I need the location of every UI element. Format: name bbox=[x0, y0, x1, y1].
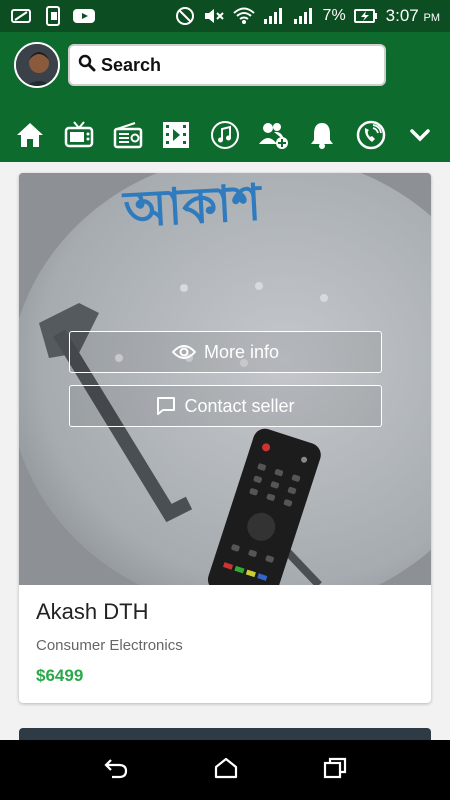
category-nav bbox=[0, 114, 450, 156]
home-icon bbox=[17, 123, 44, 147]
product-feed[interactable]: আকাশ More info Contact seller Akash DTH … bbox=[0, 162, 450, 740]
back-button[interactable] bbox=[103, 757, 129, 784]
nav-music[interactable] bbox=[206, 116, 244, 154]
contact-seller-label: Contact seller bbox=[184, 395, 295, 416]
brand-logo: আকাশ bbox=[122, 173, 263, 239]
do-not-disturb-icon bbox=[175, 6, 195, 26]
product-title[interactable]: Akash DTH bbox=[36, 599, 414, 625]
battery-saver-notification-icon bbox=[10, 7, 34, 25]
next-product-card[interactable] bbox=[19, 728, 431, 740]
product-info[interactable]: Akash DTH Consumer Electronics $6499 bbox=[19, 585, 431, 703]
tv-icon bbox=[64, 121, 94, 148]
radio-icon bbox=[113, 122, 142, 149]
add-group-icon bbox=[258, 123, 288, 149]
nav-more[interactable] bbox=[401, 116, 439, 154]
product-image[interactable]: আকাশ More info Contact seller bbox=[19, 173, 431, 585]
recents-icon bbox=[324, 757, 347, 778]
chevron-down-icon bbox=[409, 129, 430, 142]
nav-video[interactable] bbox=[157, 116, 195, 154]
search-box[interactable] bbox=[68, 44, 386, 86]
avatar[interactable] bbox=[14, 42, 60, 88]
music-icon bbox=[210, 121, 239, 149]
product-category: Consumer Electronics bbox=[36, 637, 183, 654]
back-icon bbox=[104, 758, 127, 778]
more-info-label: More info bbox=[203, 341, 280, 362]
clock-time: 3:07 bbox=[385, 6, 419, 25]
signal-1-icon bbox=[263, 7, 285, 25]
home-button[interactable] bbox=[214, 757, 238, 784]
nav-phone[interactable] bbox=[352, 116, 390, 154]
system-nav-bar bbox=[0, 740, 450, 800]
contact-seller-button[interactable]: Contact seller bbox=[69, 385, 382, 427]
status-bar: 7% 3:07 PM bbox=[0, 0, 450, 32]
phone-notification-icon bbox=[44, 6, 62, 26]
clock: 3:07 PM bbox=[386, 6, 440, 26]
mute-icon bbox=[203, 6, 225, 26]
product-card[interactable]: আকাশ More info Contact seller Akash DTH … bbox=[19, 173, 431, 703]
product-price: $6499 bbox=[36, 666, 84, 685]
clock-ampm: PM bbox=[423, 12, 441, 24]
wifi-icon bbox=[232, 6, 255, 26]
search-input[interactable] bbox=[101, 54, 384, 76]
video-icon bbox=[163, 122, 190, 148]
bell-icon bbox=[311, 123, 334, 149]
nav-tv[interactable] bbox=[60, 116, 98, 154]
more-info-button[interactable]: More info bbox=[69, 331, 382, 373]
battery-percent: 7% bbox=[322, 7, 346, 24]
app-header bbox=[0, 32, 450, 162]
nav-add-group[interactable] bbox=[255, 116, 293, 154]
signal-2-icon bbox=[293, 7, 315, 25]
eye-icon bbox=[171, 345, 196, 359]
search-icon bbox=[78, 54, 96, 77]
home-outline-icon bbox=[214, 757, 238, 778]
nav-radio[interactable] bbox=[109, 116, 147, 154]
nav-home[interactable] bbox=[11, 116, 49, 154]
youtube-notification-icon bbox=[72, 7, 96, 25]
chat-bubble-icon bbox=[157, 397, 176, 415]
nav-notifications[interactable] bbox=[303, 116, 341, 154]
recents-button[interactable] bbox=[323, 757, 347, 784]
battery-charging-icon bbox=[353, 8, 378, 24]
phone-icon bbox=[356, 120, 386, 150]
